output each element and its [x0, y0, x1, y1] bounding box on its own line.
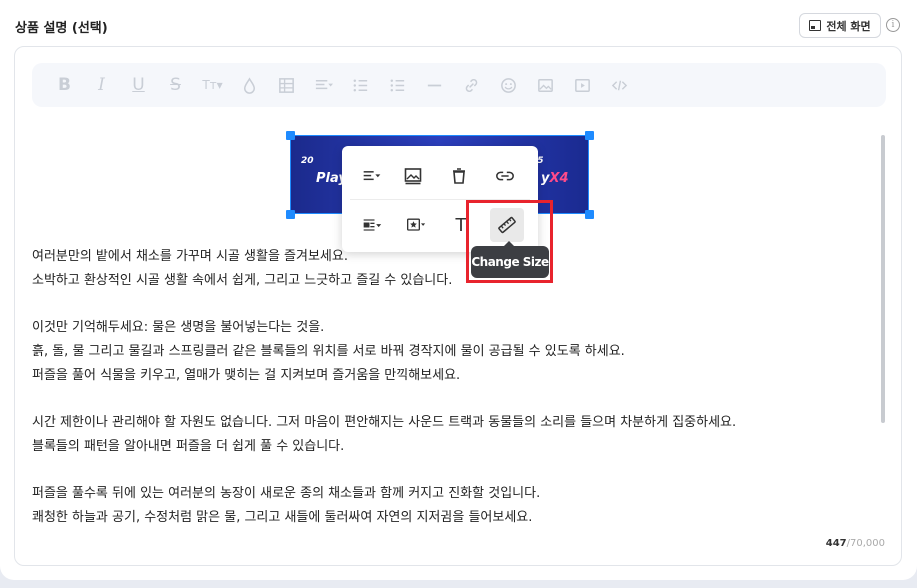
fullscreen-label: 전체 화면 [826, 19, 871, 33]
strikethrough-icon[interactable]: S [157, 73, 194, 97]
align-dropdown-icon[interactable] [354, 159, 390, 193]
resize-handle-top-left[interactable] [286, 131, 295, 140]
highlight-annotation-box [466, 200, 553, 283]
video-icon[interactable] [564, 73, 601, 97]
link-icon[interactable] [488, 159, 522, 193]
bold-icon[interactable]: B [46, 73, 83, 97]
paragraph: 여러분만의 밭에서 채소를 가꾸며 시골 생활을 즐겨보세요. 소박하고 환상적… [32, 245, 736, 293]
text-line: 시간 제한이나 관리해야 할 자원도 없습니다. 그저 마음이 편안해지는 사운… [32, 415, 737, 430]
resize-handle-bottom-left[interactable] [286, 210, 295, 219]
ordered-list-icon[interactable] [379, 73, 416, 97]
paragraph: 이것만 기억해두세요: 물은 생명을 불어넣는다는 것을. 흙, 돌, 물 그리… [32, 316, 736, 388]
link-icon[interactable] [453, 73, 490, 97]
editor-scrollbar[interactable] [881, 135, 885, 423]
emoji-icon[interactable] [490, 73, 527, 97]
text-line: 이것만 기억해두세요: 물은 생명을 불어넣는다는 것을. [32, 320, 325, 335]
layout-dropdown-icon[interactable] [354, 208, 390, 242]
divider-icon[interactable] [416, 73, 453, 97]
text-line: 퍼즐을 풀수록 뒤에 있는 여러분의 농장이 새로운 종의 채소들과 함께 커지… [32, 486, 541, 501]
character-counter: 447/70,000 [826, 538, 885, 549]
underline-icon[interactable]: U [120, 73, 157, 97]
bullet-list-icon[interactable] [342, 73, 379, 97]
resize-handle-bottom-right[interactable] [585, 210, 594, 219]
delete-icon[interactable] [442, 159, 476, 193]
paragraph: 시간 제한이나 관리해야 할 자원도 없습니다. 그저 마음이 편안해지는 사운… [32, 411, 736, 459]
code-icon[interactable] [601, 73, 638, 97]
product-description-card: 상품 설명 (선택) 전체 화면 i B I U S Tт▾ 여러분만의 밭에서… [0, 0, 917, 580]
resize-handle-top-right[interactable] [585, 131, 594, 140]
table-icon[interactable] [268, 73, 305, 97]
text-line: 퍼즐을 풀어 식물을 키우고, 열매가 맺히는 걸 지켜보며 즐거움을 만끽해보… [32, 368, 461, 383]
text-line: 블록들의 패턴을 알아내면 퍼즐을 더 쉽게 풀 수 있습니다. [32, 439, 345, 454]
editor-content[interactable]: 여러분만의 밭에서 채소를 가꾸며 시골 생활을 즐겨보세요. 소박하고 환상적… [32, 245, 736, 530]
info-icon[interactable]: i [886, 18, 900, 32]
text-line: 쾌청한 하늘과 공기, 수정처럼 맑은 물, 그리고 새들에 둘러싸여 자연의 … [32, 510, 533, 525]
font-size-icon[interactable]: Tт▾ [194, 73, 231, 97]
text-line: 소박하고 환상적인 시골 생활 속에서 쉽게, 그리고 느긋하고 즐길 수 있습… [32, 273, 453, 288]
fullscreen-icon [809, 20, 822, 31]
align-icon[interactable] [305, 73, 342, 97]
editor-toolbar: B I U S Tт▾ [32, 63, 886, 107]
image-icon[interactable] [527, 73, 564, 97]
text-line: 흙, 돌, 물 그리고 물길과 스프링클러 같은 블록들의 위치를 서로 바꿔 … [32, 344, 625, 359]
style-dropdown-icon[interactable] [398, 208, 434, 242]
rich-text-editor[interactable]: B I U S Tт▾ 여러분만의 밭에서 채소를 가꾸며 시골 생활을 즐겨보… [14, 46, 902, 566]
section-title: 상품 설명 (선택) [15, 21, 108, 36]
banner-year-left: 20 [301, 156, 314, 166]
counter-current: 447 [825, 538, 847, 549]
color-drop-icon[interactable] [231, 73, 268, 97]
italic-icon[interactable]: I [83, 73, 120, 97]
fullscreen-button[interactable]: 전체 화면 [799, 13, 881, 38]
banner-text-right: yX4 [541, 171, 569, 186]
replace-image-icon[interactable] [396, 159, 430, 193]
counter-max: /70,000 [846, 538, 885, 549]
paragraph: 퍼즐을 풀수록 뒤에 있는 여러분의 농장이 새로운 종의 채소들과 함께 커지… [32, 482, 736, 530]
